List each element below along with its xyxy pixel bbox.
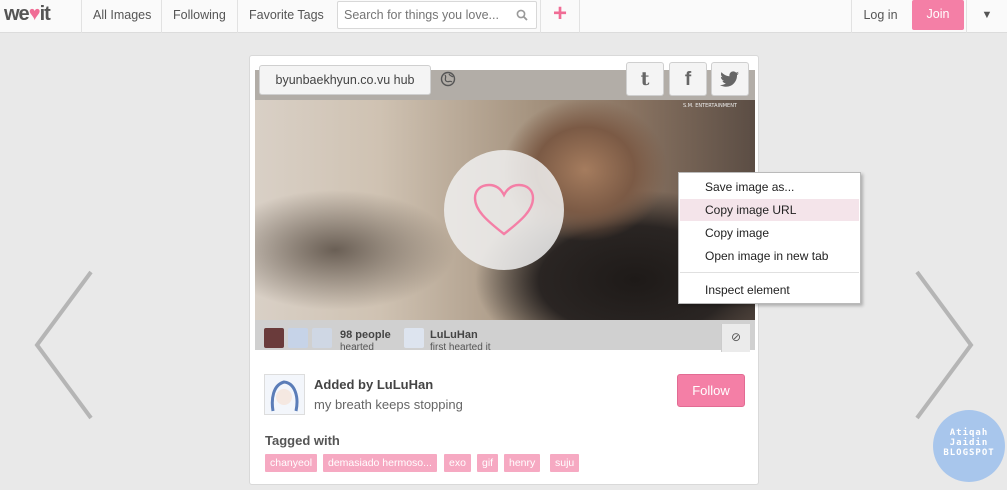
badge-line-1: Atiqah (949, 428, 989, 438)
badge-line-3: BLOGSPOT (943, 448, 995, 458)
context-menu: Save image as... Copy image URL Copy ima… (678, 172, 861, 304)
first-hearted-label: first hearted it (430, 342, 491, 353)
tag-gif[interactable]: gif (477, 454, 499, 472)
login-link[interactable]: Log in (851, 0, 909, 33)
tumblr-icon: t (640, 68, 650, 90)
facebook-icon: f (684, 69, 692, 90)
first-hearted-name[interactable]: LuLuHan (430, 329, 478, 341)
tag-chanyeol[interactable]: chanyeol (265, 454, 318, 472)
menu-open-image-new-tab[interactable]: Open image in new tab (680, 245, 859, 267)
tagged-with-heading: Tagged with (265, 433, 340, 448)
top-navbar: we♥it All Images Following Favorite Tags… (0, 0, 1007, 33)
menu-save-image-as[interactable]: Save image as... (680, 176, 859, 198)
logo-text-it: it (39, 3, 51, 25)
badge-line-2: Jaidin (949, 438, 989, 448)
hearted-count[interactable]: 98 people (340, 329, 391, 341)
blog-watermark-badge: Atiqah Jaidin BLOGSPOT (933, 410, 1005, 482)
poster-avatar[interactable] (264, 374, 305, 415)
facebook-share-button[interactable]: f (669, 62, 707, 96)
added-by[interactable]: Added by LuLuHan (314, 377, 433, 392)
next-arrow-icon[interactable] (915, 270, 975, 420)
tag-demasiado-hermoso[interactable]: demasiado hermoso... (323, 454, 437, 472)
menu-copy-image[interactable]: Copy image (680, 222, 859, 244)
logo-heart-icon: ♥ (28, 3, 41, 25)
image-caption: my breath keeps stopping (314, 397, 463, 412)
globe-icon[interactable] (440, 71, 456, 87)
follow-button[interactable]: Follow (677, 374, 745, 407)
nav-all-images[interactable]: All Images (81, 0, 162, 33)
twitter-icon (720, 71, 739, 87)
previous-arrow-icon[interactable] (33, 270, 93, 420)
tag-suju[interactable]: suju (550, 454, 580, 472)
menu-copy-image-url[interactable]: Copy image URL (680, 199, 859, 221)
poster-avatar-image (270, 380, 299, 412)
report-icon[interactable]: ⊘ (721, 324, 750, 352)
avatar[interactable] (288, 328, 308, 348)
hearted-label: hearted (340, 342, 374, 353)
menu-dropdown-icon[interactable]: ▼ (966, 0, 1007, 33)
join-button[interactable]: Join (912, 0, 964, 30)
menu-inspect-element[interactable]: Inspect element (680, 279, 859, 301)
first-hearted-avatar[interactable] (404, 328, 424, 348)
logo-text-we: we (4, 3, 30, 25)
tumblr-share-button[interactable]: t (626, 62, 664, 96)
search-input[interactable] (338, 2, 506, 28)
weheartit-logo[interactable]: we♥it (4, 3, 51, 26)
tag-exo[interactable]: exo (444, 454, 471, 472)
avatar[interactable] (264, 328, 284, 348)
search-box (337, 1, 537, 29)
menu-separator (680, 272, 859, 273)
heart-button[interactable] (444, 150, 564, 270)
nav-following[interactable]: Following (161, 0, 237, 33)
search-icon[interactable] (516, 9, 528, 21)
image-watermark: S.M. ENTERTAINMENT (682, 103, 737, 109)
add-image-button[interactable]: + (540, 0, 580, 33)
twitter-share-button[interactable] (711, 62, 749, 96)
source-button[interactable]: byunbaekhyun.co.vu hub (259, 65, 431, 95)
tag-henry[interactable]: henry (504, 454, 541, 472)
nav-favorite-tags[interactable]: Favorite Tags (237, 0, 335, 33)
heart-icon (473, 183, 535, 236)
avatar[interactable] (312, 328, 332, 348)
